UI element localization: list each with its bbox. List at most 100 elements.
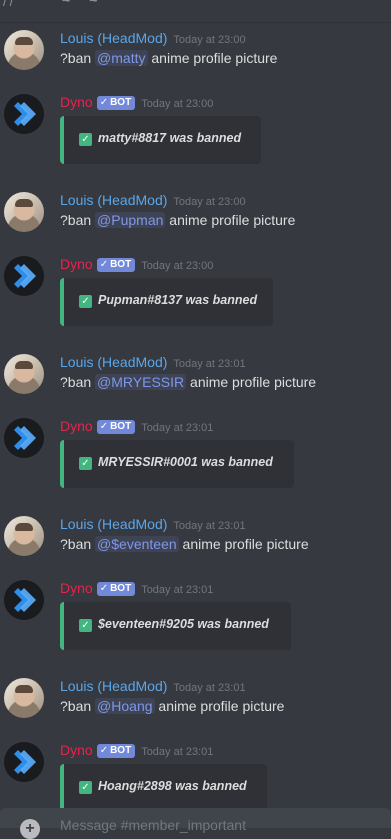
- dyno-logo-icon: [5, 419, 43, 457]
- command-text: ?ban: [60, 698, 96, 714]
- check-mark-icon: ✓: [79, 619, 92, 632]
- avatar[interactable]: [4, 678, 44, 718]
- reason-text: anime profile picture: [165, 212, 296, 228]
- embed-text: Hoang#2898 was banned: [98, 779, 247, 793]
- check-mark-icon: ✓: [79, 133, 92, 146]
- verified-check-icon: ✓: [99, 745, 109, 756]
- command-text: ?ban: [60, 212, 96, 228]
- message-bot: Dyno ✓ BOT Today at 23:00 ✓ matty#8817 was …: [0, 94, 391, 166]
- embed: ✓ $eventeen#9205 was banned: [60, 602, 291, 650]
- verified-check-icon: ✓: [99, 583, 109, 594]
- avatar[interactable]: [4, 580, 44, 620]
- timestamp: Today at 23:01: [173, 520, 246, 532]
- embed: ✓ MRYESSIR#0001 was banned: [60, 440, 294, 488]
- message-input-placeholder[interactable]: Message #member_important: [60, 817, 246, 833]
- username[interactable]: Louis (HeadMod): [60, 354, 167, 370]
- bot-badge-label: BOT: [110, 97, 132, 108]
- message-bot: Dyno ✓ BOT Today at 23:01 ✓ $eventeen#9205 …: [0, 580, 391, 652]
- command-text: ?ban: [60, 536, 96, 552]
- timestamp: Today at 23:00: [141, 260, 214, 272]
- timestamp: Today at 23:01: [173, 358, 246, 370]
- avatar[interactable]: [4, 742, 44, 782]
- embed: ✓ Pupman#8137 was banned: [60, 278, 273, 326]
- bot-badge: ✓ BOT: [96, 96, 136, 110]
- timestamp: Today at 23:01: [141, 422, 214, 434]
- timestamp: Today at 23:00: [141, 98, 214, 110]
- embed-text: matty#8817 was banned: [98, 131, 242, 145]
- timestamp: Today at 23:00: [173, 196, 246, 208]
- username[interactable]: Dyno: [60, 418, 93, 434]
- timestamp: Today at 23:00: [173, 34, 246, 46]
- username[interactable]: Dyno: [60, 94, 93, 110]
- avatar[interactable]: [4, 94, 44, 134]
- user-mention[interactable]: @Hoang: [95, 698, 155, 714]
- verified-check-icon: ✓: [99, 259, 109, 270]
- dyno-logo-icon: [5, 581, 43, 619]
- message-user: Louis (HeadMod) Today at 23:01 ?ban @MRYE…: [0, 354, 391, 398]
- username[interactable]: Dyno: [60, 256, 93, 272]
- avatar[interactable]: [4, 418, 44, 458]
- user-mention[interactable]: @$eventeen: [95, 536, 179, 552]
- bot-badge: ✓ BOT: [96, 420, 136, 434]
- embed: ✓ Hoang#2898 was banned: [60, 764, 267, 812]
- dyno-logo-icon: [5, 743, 43, 781]
- avatar[interactable]: [4, 516, 44, 556]
- avatar[interactable]: [4, 354, 44, 394]
- bot-badge-label: BOT: [110, 583, 132, 594]
- message-bot: Dyno ✓ BOT Today at 23:01 ✓ MRYESSIR#0001 w…: [0, 418, 391, 490]
- embed-text: Pupman#8137 was banned: [98, 293, 258, 307]
- message-content: ?ban @Pupman anime profile picture: [60, 212, 295, 228]
- username[interactable]: Louis (HeadMod): [60, 678, 167, 694]
- reason-text: anime profile picture: [147, 50, 278, 66]
- check-mark-icon: ✓: [79, 295, 92, 308]
- check-mark-icon: ✓: [79, 781, 92, 794]
- add-attachment-icon[interactable]: +: [20, 819, 40, 839]
- bot-badge: ✓ BOT: [96, 744, 136, 758]
- message-user: Louis (HeadMod) Today at 23:00 ?ban @matt…: [0, 30, 391, 74]
- dyno-logo-icon: [5, 257, 43, 295]
- username[interactable]: Dyno: [60, 580, 93, 596]
- command-text: ?ban: [60, 50, 96, 66]
- message-user: Louis (HeadMod) Today at 23:01 ?ban @$eve…: [0, 516, 391, 560]
- bot-badge-label: BOT: [110, 421, 132, 432]
- embed-text: $eventeen#9205 was banned: [98, 617, 269, 631]
- message-composer[interactable]: + Message #member_important: [0, 808, 391, 839]
- channel-header: // ~ ' ~: [0, 0, 391, 23]
- username[interactable]: Louis (HeadMod): [60, 192, 167, 208]
- avatar[interactable]: [4, 192, 44, 232]
- message-content: ?ban @MRYESSIR anime profile picture: [60, 374, 316, 390]
- bot-badge: ✓ BOT: [96, 258, 136, 272]
- command-text: ?ban: [60, 374, 96, 390]
- bot-badge-label: BOT: [110, 745, 132, 756]
- bot-badge-label: BOT: [110, 259, 132, 270]
- avatar[interactable]: [4, 256, 44, 296]
- message-user: Louis (HeadMod) Today at 23:01 ?ban @Hoan…: [0, 678, 391, 722]
- username[interactable]: Louis (HeadMod): [60, 30, 167, 46]
- embed-text: MRYESSIR#0001 was banned: [98, 455, 273, 469]
- dyno-logo-icon: [5, 95, 43, 133]
- message-bot: Dyno ✓ BOT Today at 23:00 ✓ Pupman#8137 was…: [0, 256, 391, 328]
- message-content: ?ban @Hoang anime profile picture: [60, 698, 284, 714]
- reason-text: anime profile picture: [178, 536, 309, 552]
- message-user: Louis (HeadMod) Today at 23:00 ?ban @Pupm…: [0, 192, 391, 236]
- username[interactable]: Louis (HeadMod): [60, 516, 167, 532]
- bot-badge: ✓ BOT: [96, 582, 136, 596]
- user-mention[interactable]: @matty: [95, 50, 148, 66]
- channel-header-fragment: ~ ' ~: [62, 0, 100, 8]
- reason-text: anime profile picture: [186, 374, 317, 390]
- user-mention[interactable]: @MRYESSIR: [95, 374, 187, 390]
- reason-text: anime profile picture: [154, 698, 285, 714]
- user-mention[interactable]: @Pupman: [95, 212, 166, 228]
- check-mark-icon: ✓: [79, 457, 92, 470]
- verified-check-icon: ✓: [99, 421, 109, 432]
- message-content: ?ban @matty anime profile picture: [60, 50, 277, 66]
- timestamp: Today at 23:01: [141, 746, 214, 758]
- channel-header-fragment: //: [3, 0, 17, 9]
- username[interactable]: Dyno: [60, 742, 93, 758]
- avatar[interactable]: [4, 30, 44, 70]
- embed: ✓ matty#8817 was banned: [60, 116, 261, 164]
- timestamp: Today at 23:01: [173, 682, 246, 694]
- message-bot: Dyno ✓ BOT Today at 23:01 ✓ Hoang#2898 was …: [0, 742, 391, 812]
- verified-check-icon: ✓: [99, 97, 109, 108]
- message-content: ?ban @$eventeen anime profile picture: [60, 536, 309, 552]
